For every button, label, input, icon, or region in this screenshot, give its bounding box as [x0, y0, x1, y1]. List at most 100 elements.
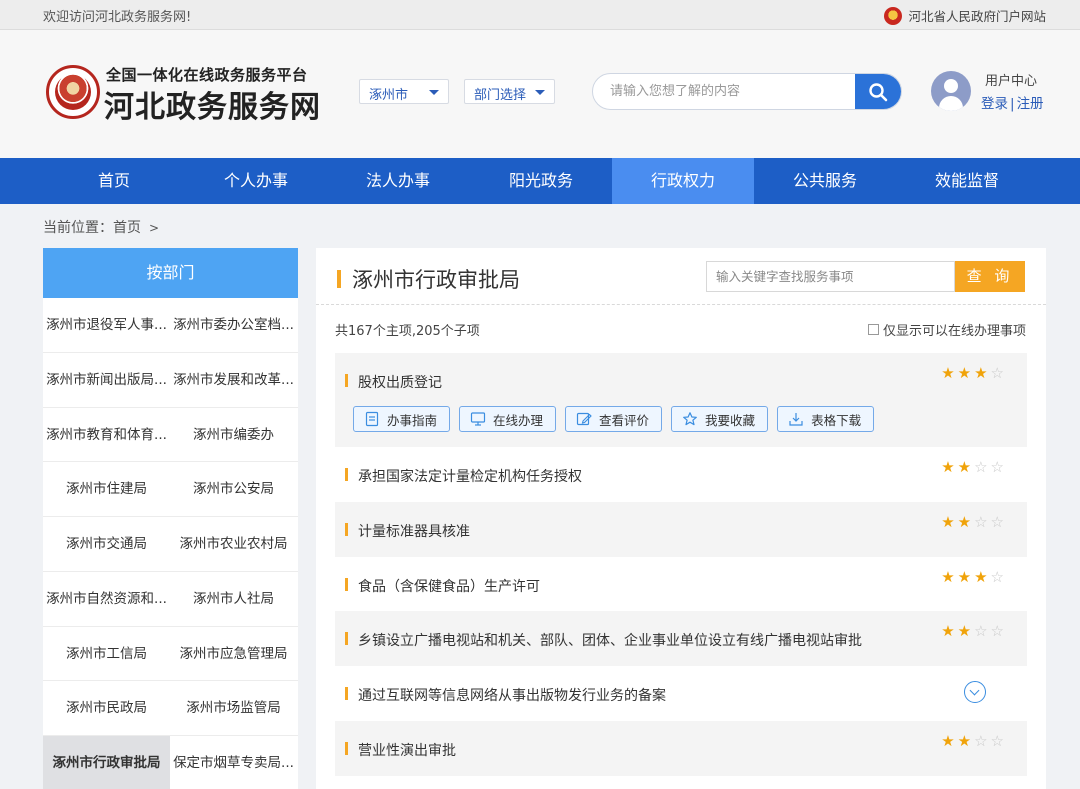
nav-item-public-service[interactable]: 公共服务 — [754, 158, 896, 204]
monitor-icon — [470, 412, 486, 426]
star-icon: ☆ — [974, 622, 991, 641]
department-item[interactable]: 涿州市住建局 — [43, 462, 170, 516]
city-select[interactable]: 涿州市 — [359, 79, 449, 104]
favorite-button[interactable]: 我要收藏 — [671, 406, 769, 432]
department-item[interactable]: 保定市烟草专卖局... — [170, 736, 297, 789]
main-nav: 首页 个人办事 法人办事 阳光政务 行政权力 公共服务 效能监督 — [0, 158, 1080, 204]
star-icon: ☆ — [990, 512, 1007, 531]
keyword-search — [706, 261, 955, 292]
nav-item-administrative-power[interactable]: 行政权力 — [612, 158, 754, 204]
service-item[interactable]: 计量标准器具核准 ★★☆☆ — [335, 501, 1027, 557]
star-icon: ★ — [941, 567, 958, 586]
department-item[interactable]: 涿州市农业农村局 — [170, 517, 297, 571]
star-icon: ★ — [941, 622, 958, 641]
department-row: 涿州市自然资源和... 涿州市人社局 — [43, 572, 298, 627]
service-item-name[interactable]: 通过互联网等信息网络从事出版物发行业务的备案 — [358, 685, 666, 705]
department-row: 涿州市新闻出版局... 涿州市发展和改革... — [43, 353, 298, 408]
star-icon: ★ — [957, 512, 975, 531]
department-item[interactable]: 涿州市交通局 — [43, 517, 170, 571]
department-item[interactable]: 涿州市应急管理局 — [170, 627, 297, 681]
service-item[interactable]: 乡镇设立广播电视站和机关、部队、团体、企业事业单位设立有线广播电视站审批 ★★☆☆ — [335, 611, 1027, 667]
item-accent-bar — [345, 632, 348, 646]
department-item[interactable]: 涿州市教育和体育... — [43, 408, 170, 462]
service-item-name[interactable]: 营业性演出审批 — [358, 740, 456, 760]
department-select[interactable]: 部门选择 — [464, 79, 555, 104]
nav-item-personal[interactable]: 个人办事 — [185, 158, 327, 204]
star-icon: ☆ — [974, 512, 991, 531]
star-icon: ★ — [941, 512, 958, 531]
star-rating: ★★☆☆ — [941, 732, 1007, 750]
online-only-checkbox[interactable] — [867, 324, 879, 335]
department-item[interactable]: 涿州市委办公室档... — [170, 298, 297, 352]
service-item[interactable]: 通过互联网等信息网络从事出版物发行业务的备案 — [335, 666, 1027, 721]
service-item-name[interactable]: 计量标准器具核准 — [358, 521, 470, 541]
view-rating-button[interactable]: 查看评价 — [565, 406, 663, 432]
star-icon: ☆ — [990, 364, 1007, 382]
search-input[interactable] — [593, 74, 855, 109]
department-row: 涿州市民政局 涿州市场监管局 — [43, 681, 298, 736]
query-button[interactable]: 查 询 — [955, 261, 1025, 292]
edit-icon — [576, 412, 592, 426]
department-item[interactable]: 涿州市工信局 — [43, 627, 170, 681]
user-center-label[interactable]: 用户中心 — [985, 70, 1037, 89]
brand-title[interactable]: 河北政务服务网 — [104, 82, 321, 126]
star-icon: ★ — [957, 731, 975, 750]
department-panel-title[interactable]: 按部门 — [43, 248, 298, 298]
online-apply-button[interactable]: 在线办理 — [459, 406, 557, 432]
star-icon: ★ — [974, 567, 991, 586]
breadcrumb-arrow-icon: > — [149, 221, 160, 235]
department-item[interactable]: 涿州市自然资源和... — [43, 572, 170, 626]
nav-item-corporate[interactable]: 法人办事 — [327, 158, 469, 204]
item-accent-bar — [345, 522, 348, 536]
department-item[interactable]: 涿州市发展和改革... — [170, 353, 297, 407]
auth-links: 登录 | 注册 — [981, 96, 1044, 112]
department-item[interactable]: 涿州市公安局 — [170, 462, 297, 516]
star-icon: ★ — [941, 731, 958, 750]
service-item-name[interactable]: 承担国家法定计量检定机构任务授权 — [358, 466, 582, 486]
nav-item-home[interactable]: 首页 — [43, 158, 185, 204]
service-item-name[interactable]: 乡镇设立广播电视站和机关、部队、团体、企业事业单位设立有线广播电视站审批 — [358, 630, 862, 650]
service-item[interactable]: 食品（含保健食品）生产许可 ★★★☆ — [335, 557, 1027, 612]
caret-down-icon — [535, 90, 545, 95]
department-item[interactable]: 涿州市新闻出版局... — [43, 353, 170, 407]
department-item[interactable]: 涿州市行政审批局 — [43, 736, 170, 789]
caret-down-icon — [429, 90, 439, 95]
department-item[interactable]: 涿州市退役军人事... — [43, 298, 170, 352]
star-icon: ★ — [957, 458, 975, 476]
user-avatar-icon[interactable] — [931, 71, 971, 111]
nav-item-supervision[interactable]: 效能监督 — [896, 158, 1038, 204]
department-item[interactable]: 涿州市民政局 — [43, 681, 170, 735]
site-search — [592, 73, 902, 110]
department-row: 涿州市退役军人事... 涿州市委办公室档... — [43, 298, 298, 353]
service-item[interactable]: 股权出质登记 ★★★☆ 办事指南 在线办理 查看评价 我要收藏 表格下载 — [335, 353, 1027, 447]
expand-chevron-icon[interactable] — [964, 681, 986, 704]
site-logo-icon[interactable] — [46, 65, 100, 119]
login-link[interactable]: 登录 — [981, 96, 1008, 112]
online-only-filter[interactable]: 仅显示可以在线办理事项 — [867, 320, 1026, 339]
star-rating: ★★☆☆ — [941, 458, 1007, 476]
guide-button[interactable]: 办事指南 — [353, 406, 451, 432]
star-icon: ☆ — [990, 458, 1007, 476]
item-count: 共167个主项,205个子项 — [335, 324, 480, 339]
department-list: 涿州市退役军人事... 涿州市委办公室档... 涿州市新闻出版局... 涿州市发展和改… — [43, 298, 298, 789]
online-only-label: 仅显示可以在线办理事项 — [882, 324, 1026, 339]
nav-item-open-government[interactable]: 阳光政务 — [470, 158, 612, 204]
service-item[interactable]: 营业性演出审批 ★★☆☆ — [335, 720, 1027, 776]
portal-link[interactable]: 河北省人民政府门户网站 — [884, 6, 1046, 25]
breadcrumb-home-link[interactable]: 首页 — [113, 220, 141, 236]
site-header: 全国一体化在线政务服务平台 河北政务服务网 涿州市 部门选择 用户中心 登录|注… — [0, 30, 1080, 158]
search-button[interactable] — [855, 74, 901, 109]
star-icon: ★ — [957, 622, 975, 641]
department-item[interactable]: 涿州市编委办 — [170, 408, 297, 462]
service-item-name[interactable]: 食品（含保健食品）生产许可 — [358, 576, 540, 596]
form-download-button[interactable]: 表格下载 — [777, 406, 875, 432]
portal-link-label: 河北省人民政府门户网站 — [908, 9, 1046, 24]
title-accent-bar — [337, 270, 341, 288]
register-link[interactable]: 注册 — [1017, 96, 1044, 112]
department-item[interactable]: 涿州市场监管局 — [170, 681, 297, 735]
department-item[interactable]: 涿州市人社局 — [170, 572, 297, 626]
keyword-input[interactable] — [707, 262, 954, 291]
star-icon: ☆ — [990, 731, 1007, 750]
service-item[interactable]: 承担国家法定计量检定机构任务授权 ★★☆☆ — [335, 447, 1027, 502]
service-item-name[interactable]: 股权出质登记 — [358, 372, 442, 392]
